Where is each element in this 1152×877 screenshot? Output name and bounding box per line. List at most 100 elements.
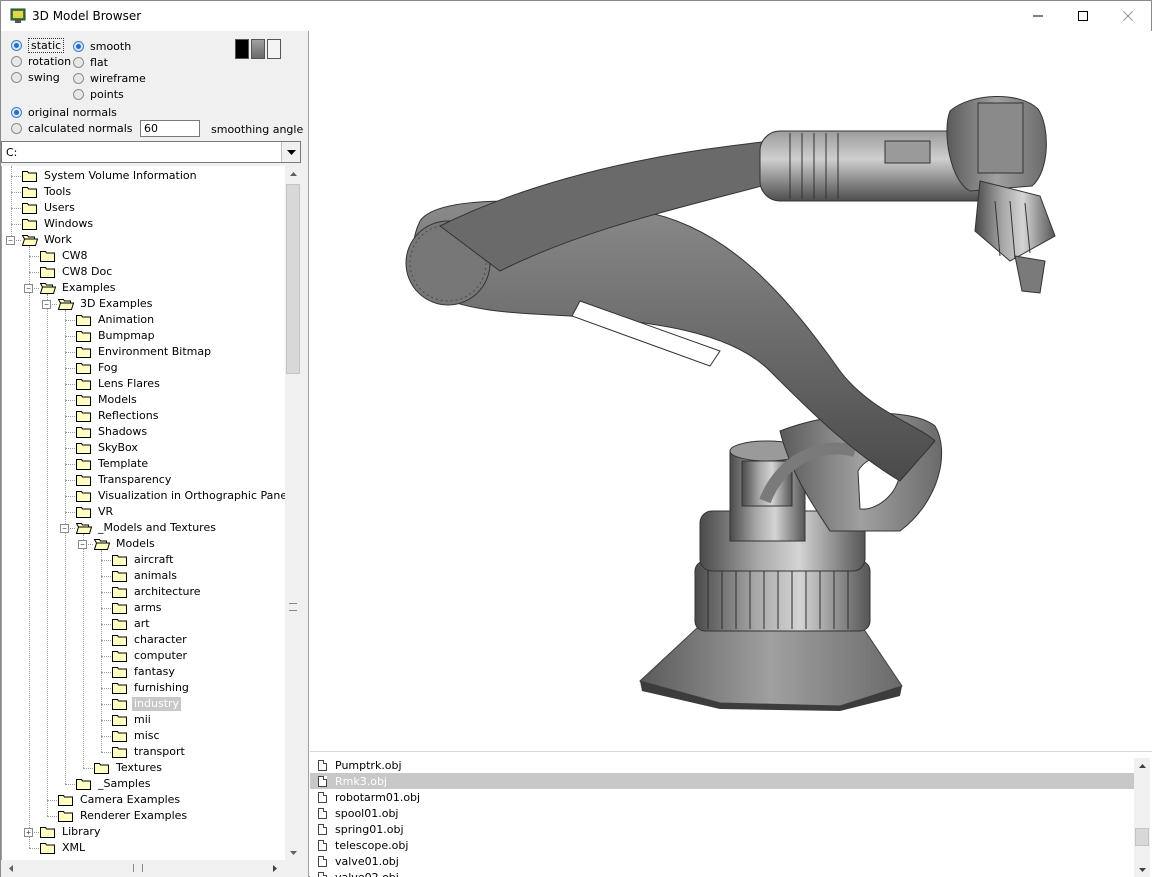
tree-item[interactable]: animals (112, 568, 179, 584)
file-list-item[interactable]: Pumptrk.obj (310, 757, 1134, 773)
radio-indicator (11, 122, 22, 134)
tree-item[interactable]: arms (112, 600, 164, 616)
tree-item[interactable]: Bumpmap (76, 328, 157, 344)
tree-item[interactable]: transport (112, 744, 187, 760)
tree-item[interactable]: Windows (22, 216, 95, 232)
scroll-up-icon[interactable] (1134, 758, 1150, 774)
tree-item[interactable]: mii (112, 712, 153, 728)
close-button[interactable] (1105, 1, 1151, 31)
file-list-item[interactable]: Rmk3.obj (310, 773, 1134, 789)
tree-item[interactable]: Camera Examples (58, 792, 182, 808)
radio-smooth[interactable]: smooth (73, 38, 131, 54)
tree-item[interactable]: SkyBox (76, 440, 140, 456)
background-swatch-black[interactable] (235, 39, 249, 59)
tree-item[interactable]: Environment Bitmap (76, 344, 213, 360)
radio-static[interactable]: static (11, 37, 65, 53)
tree-item[interactable]: furnishing (112, 680, 191, 696)
collapse-icon[interactable]: − (24, 284, 33, 293)
tree-item[interactable]: Textures (94, 760, 164, 776)
tree-item[interactable]: industry (112, 696, 182, 712)
tree-item[interactable]: System Volume Information (22, 168, 199, 184)
expand-icon[interactable]: + (24, 828, 33, 837)
tree-item[interactable]: Animation (76, 312, 156, 328)
tree-item[interactable]: Models (93, 536, 157, 552)
tree-item[interactable]: character (112, 632, 189, 648)
tree-item[interactable]: XML (40, 840, 87, 856)
folder-tree-horizontal-scrollbar[interactable] (1, 860, 285, 876)
background-swatch-gray[interactable] (251, 39, 265, 59)
folder-tree[interactable]: System Volume Information Tools Users Windo… (1, 166, 285, 861)
tree-item[interactable]: _Samples (76, 776, 152, 792)
tree-connector (101, 560, 111, 561)
window-title: 3D Model Browser (32, 9, 142, 23)
file-list-item[interactable]: valve02.obj (310, 869, 1134, 877)
tree-item[interactable]: Users (22, 200, 77, 216)
folder-icon (40, 266, 56, 278)
minimize-button[interactable] (1015, 1, 1061, 31)
scroll-up-icon[interactable] (285, 166, 301, 182)
tree-item[interactable]: computer (112, 648, 189, 664)
tree-item[interactable]: Transparency (76, 472, 173, 488)
tree-item[interactable]: Tools (22, 184, 73, 200)
tree-item[interactable]: Visualization in Orthographic Panel (76, 488, 285, 504)
tree-item[interactable]: Lens Flares (76, 376, 162, 392)
background-swatch-white[interactable] (267, 39, 281, 59)
folder-icon (112, 682, 128, 694)
collapse-icon[interactable]: − (6, 236, 15, 245)
tree-item[interactable]: Library (40, 824, 102, 840)
tree-item[interactable]: Fog (76, 360, 120, 376)
radio-points[interactable]: points (73, 86, 124, 102)
tree-item[interactable]: _Models and Textures (75, 520, 218, 536)
radio-flat[interactable]: flat (73, 54, 108, 70)
tree-item[interactable]: Template (76, 456, 150, 472)
tree-item[interactable]: architecture (112, 584, 203, 600)
radio-label: rotation (28, 54, 72, 68)
tree-item[interactable]: aircraft (112, 552, 175, 568)
scroll-right-icon[interactable] (267, 860, 283, 876)
file-list-vertical-scrollbar[interactable] (1134, 758, 1150, 877)
radio-wireframe[interactable]: wireframe (73, 70, 146, 86)
file-name: telescope.obj (335, 838, 409, 852)
radio-label: points (90, 87, 124, 101)
scroll-down-icon[interactable] (285, 845, 301, 861)
tree-item[interactable]: misc (112, 728, 162, 744)
file-list[interactable]: Pumptrk.obj Rmk3.obj robotarm01.obj spool01… (310, 751, 1152, 877)
tree-item[interactable]: Examples (39, 280, 117, 296)
scroll-down-icon[interactable] (1134, 862, 1150, 877)
radio-calculated-normals[interactable]: calculated normals (11, 120, 133, 136)
file-list-item[interactable]: valve01.obj (310, 853, 1134, 869)
tree-item[interactable]: 3D Examples (57, 296, 154, 312)
folder-tree-vertical-scrollbar[interactable] (285, 166, 301, 861)
file-list-item[interactable]: telescope.obj (310, 837, 1134, 853)
tree-item[interactable]: CW8 Doc (40, 264, 114, 280)
radio-original-normals[interactable]: original normals (11, 104, 117, 120)
tree-item[interactable]: Shadows (76, 424, 149, 440)
radio-rotation[interactable]: rotation (11, 53, 71, 69)
model-viewport[interactable] (310, 31, 1152, 751)
tree-item-label: animals (134, 569, 178, 582)
scrollbar-thumb[interactable] (286, 184, 300, 374)
drive-select[interactable]: C: (1, 141, 301, 163)
collapse-icon[interactable]: − (42, 300, 51, 309)
scroll-left-icon[interactable] (3, 860, 19, 876)
maximize-button[interactable] (1060, 1, 1106, 31)
collapse-icon[interactable]: − (78, 540, 87, 549)
file-list-item[interactable]: spool01.obj (310, 805, 1134, 821)
drive-dropdown-button[interactable] (281, 142, 300, 162)
scrollbar-thumb[interactable] (1135, 828, 1149, 846)
collapse-icon[interactable]: − (60, 524, 69, 533)
tree-item[interactable]: art (112, 616, 152, 632)
tree-item[interactable]: fantasy (112, 664, 177, 680)
tree-item[interactable]: VR (76, 504, 115, 520)
tree-connector (47, 800, 57, 801)
tree-item[interactable]: Models (76, 392, 139, 408)
tree-item[interactable]: Reflections (76, 408, 160, 424)
tree-item-label: Models (98, 393, 137, 406)
tree-item[interactable]: Renderer Examples (58, 808, 189, 824)
tree-item[interactable]: CW8 (40, 248, 90, 264)
file-list-item[interactable]: robotarm01.obj (310, 789, 1134, 805)
tree-item[interactable]: Work (21, 232, 74, 248)
radio-swing[interactable]: swing (11, 69, 60, 85)
file-list-item[interactable]: spring01.obj (310, 821, 1134, 837)
smoothing-angle-input[interactable]: 60 (140, 120, 200, 137)
